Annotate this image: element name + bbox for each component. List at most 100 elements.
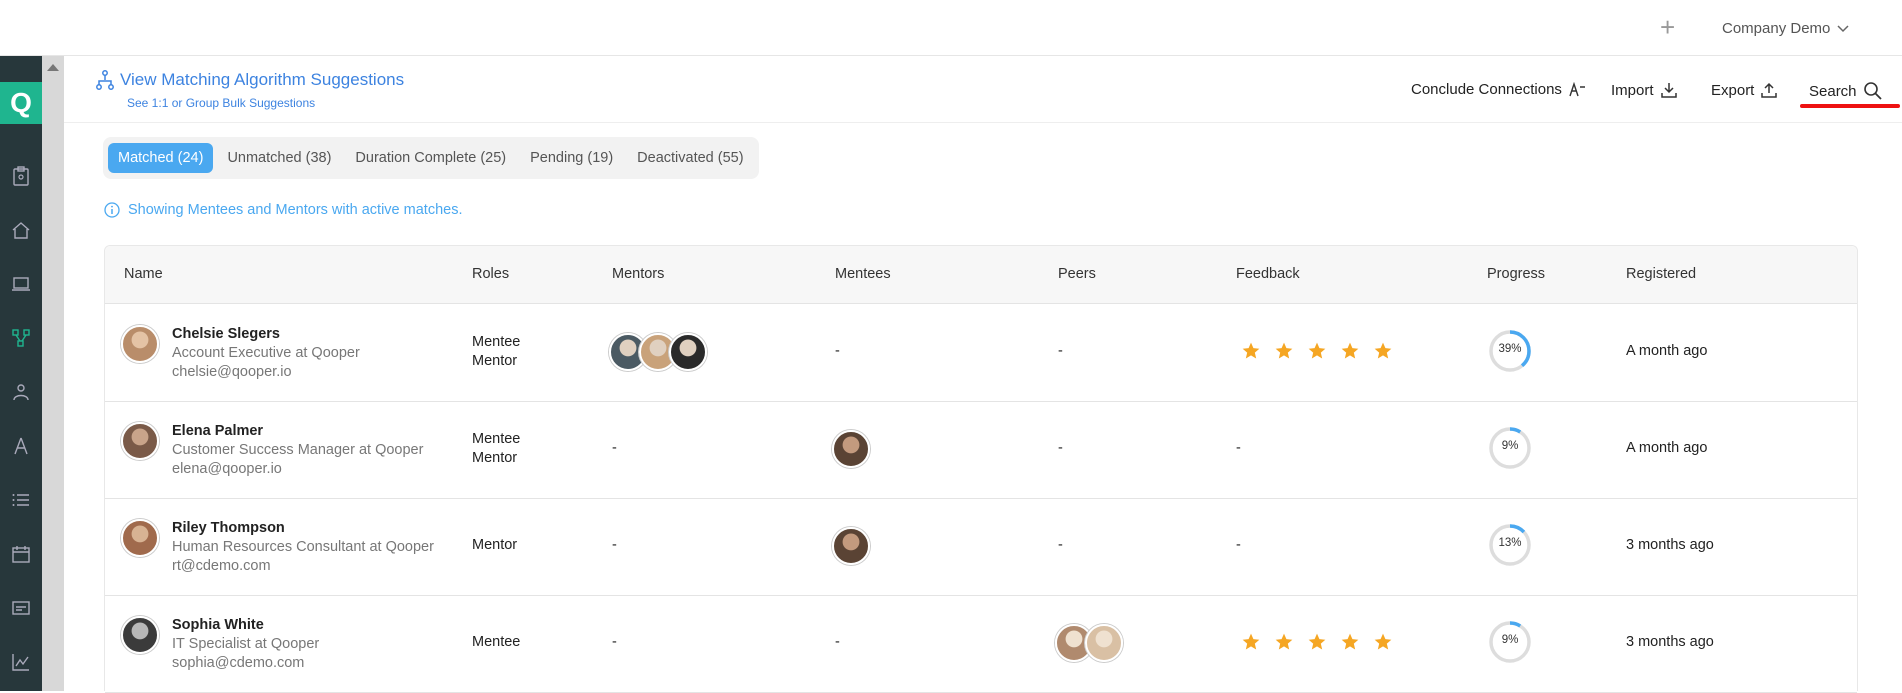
- search-button[interactable]: Search: [1809, 81, 1883, 101]
- scrollbar[interactable]: [42, 56, 64, 691]
- role-label: Mentor: [472, 537, 518, 553]
- network-icon[interactable]: [8, 325, 34, 351]
- tab-matched[interactable]: Matched (24): [108, 143, 214, 173]
- conclude-connections-button[interactable]: Conclude Connections: [1411, 81, 1586, 98]
- company-switcher[interactable]: Company Demo: [1722, 20, 1850, 37]
- conclude-label: Conclude Connections: [1411, 81, 1562, 98]
- scroll-up-arrow-icon[interactable]: [47, 64, 59, 71]
- mentors-empty: -: [612, 537, 617, 553]
- role-label: Mentor: [472, 450, 518, 466]
- mentee-avatar[interactable]: [832, 430, 870, 468]
- tab-duration-complete[interactable]: Duration Complete (25): [345, 143, 516, 173]
- role-label: Mentee: [472, 334, 521, 350]
- users-table: Name Roles Mentors Mentees Peers Feedbac…: [104, 245, 1858, 693]
- star-icon: [1242, 342, 1260, 359]
- hierarchy-icon: [96, 70, 114, 90]
- star-icon: [1341, 342, 1359, 359]
- info-text: Showing Mentees and Mentors with active …: [128, 202, 463, 218]
- calendar-icon[interactable]: [8, 541, 34, 567]
- star-icon: [1374, 633, 1392, 650]
- star-icon: [1341, 633, 1359, 650]
- star-icon: [1374, 342, 1392, 359]
- progress-ring: 9%: [1488, 426, 1532, 470]
- search-icon: [1863, 82, 1882, 100]
- col-progress: Progress: [1487, 266, 1546, 282]
- tab-unmatched[interactable]: Unmatched (38): [217, 143, 341, 173]
- table-header: Name Roles Mentors Mentees Peers Feedbac…: [105, 246, 1857, 304]
- home-icon[interactable]: [8, 217, 34, 243]
- mentee-avatar[interactable]: [832, 527, 870, 565]
- avatar[interactable]: [121, 422, 159, 460]
- person-title: Customer Success Manager at Qooper: [172, 442, 424, 458]
- export-button[interactable]: Export: [1711, 81, 1778, 99]
- progress-percent: 9%: [1501, 634, 1519, 646]
- mentees-empty: -: [835, 343, 840, 359]
- algo-title: View Matching Algorithm Suggestions: [120, 70, 405, 89]
- info-banner: Showing Mentees and Mentors with active …: [104, 202, 462, 218]
- sidebar: Q: [0, 56, 42, 691]
- person-name[interactable]: Sophia White: [172, 617, 264, 633]
- matching-algorithm-link[interactable]: View Matching Algorithm Suggestions: [96, 70, 404, 90]
- feedback-stars: [1241, 341, 1393, 361]
- header-divider: [64, 122, 1902, 123]
- table-row: Riley Thompson Human Resources Consultant…: [105, 499, 1857, 596]
- mentor-avatar[interactable]: [669, 333, 707, 371]
- person-name[interactable]: Chelsie Slegers: [172, 326, 280, 342]
- search-highlight-mark: [1800, 104, 1900, 108]
- tab-pending[interactable]: Pending (19): [520, 143, 623, 173]
- app-logo[interactable]: Q: [0, 82, 42, 124]
- star-icon: [1308, 633, 1326, 650]
- person-title: Account Executive at Qooper: [172, 345, 360, 361]
- feedback-empty: -: [1236, 440, 1241, 456]
- upload-icon: [1761, 82, 1778, 98]
- person-name[interactable]: Elena Palmer: [172, 423, 263, 439]
- person-email: elena@qooper.io: [172, 461, 282, 477]
- plus-icon[interactable]: +: [1660, 14, 1675, 40]
- peer-avatar[interactable]: [1085, 624, 1123, 662]
- col-name[interactable]: Name: [124, 266, 163, 282]
- table-row: Chelsie Slegers Account Executive at Qoop…: [105, 305, 1857, 402]
- laptop-icon[interactable]: [8, 271, 34, 297]
- id-card-icon[interactable]: [8, 595, 34, 621]
- company-name: Company Demo: [1722, 20, 1831, 37]
- progress-percent: 13%: [1498, 537, 1522, 549]
- people-icon[interactable]: [8, 379, 34, 405]
- mentors-empty: -: [612, 440, 617, 456]
- col-peers: Peers: [1058, 266, 1096, 282]
- registered-date: A month ago: [1626, 343, 1708, 359]
- search-label: Search: [1809, 82, 1857, 100]
- chart-icon[interactable]: [8, 649, 34, 675]
- status-tabs: Matched (24) Unmatched (38) Duration Com…: [103, 137, 759, 179]
- role-label: Mentee: [472, 431, 521, 447]
- role-label: Mentor: [472, 353, 518, 369]
- person-email: rt@cdemo.com: [172, 558, 271, 574]
- mentees-empty: -: [835, 634, 840, 650]
- feedback-empty: -: [1236, 537, 1241, 553]
- avatar[interactable]: [121, 325, 159, 363]
- conclude-icon: [1569, 81, 1585, 96]
- person-title: IT Specialist at Qooper: [172, 636, 320, 652]
- list-icon[interactable]: [8, 487, 34, 513]
- import-button[interactable]: Import: [1611, 81, 1678, 99]
- download-icon: [1660, 83, 1677, 98]
- person-email: chelsie@qooper.io: [172, 364, 292, 380]
- person-email: sophia@cdemo.com: [172, 655, 305, 671]
- table-row: Elena Palmer Customer Success Manager at …: [105, 402, 1857, 499]
- col-registered[interactable]: Registered: [1626, 266, 1696, 282]
- peers-empty: -: [1058, 440, 1063, 456]
- algo-subtitle-link[interactable]: See 1:1 or Group Bulk Suggestions: [127, 96, 315, 110]
- feedback-stars: [1241, 632, 1393, 652]
- mentors-empty: -: [612, 634, 617, 650]
- registered-date: 3 months ago: [1626, 537, 1714, 553]
- avatar[interactable]: [121, 519, 159, 557]
- compass-icon[interactable]: [8, 433, 34, 459]
- person-title: Human Resources Consultant at Qooper: [172, 539, 434, 555]
- role-label: Mentee: [472, 634, 521, 650]
- progress-ring: 9%: [1488, 620, 1532, 664]
- avatar[interactable]: [121, 616, 159, 654]
- progress-ring: 13%: [1488, 523, 1532, 567]
- person-name[interactable]: Riley Thompson: [172, 520, 285, 536]
- info-icon: [104, 202, 120, 218]
- clipboard-icon[interactable]: [8, 163, 34, 189]
- tab-deactivated[interactable]: Deactivated (55): [627, 143, 753, 173]
